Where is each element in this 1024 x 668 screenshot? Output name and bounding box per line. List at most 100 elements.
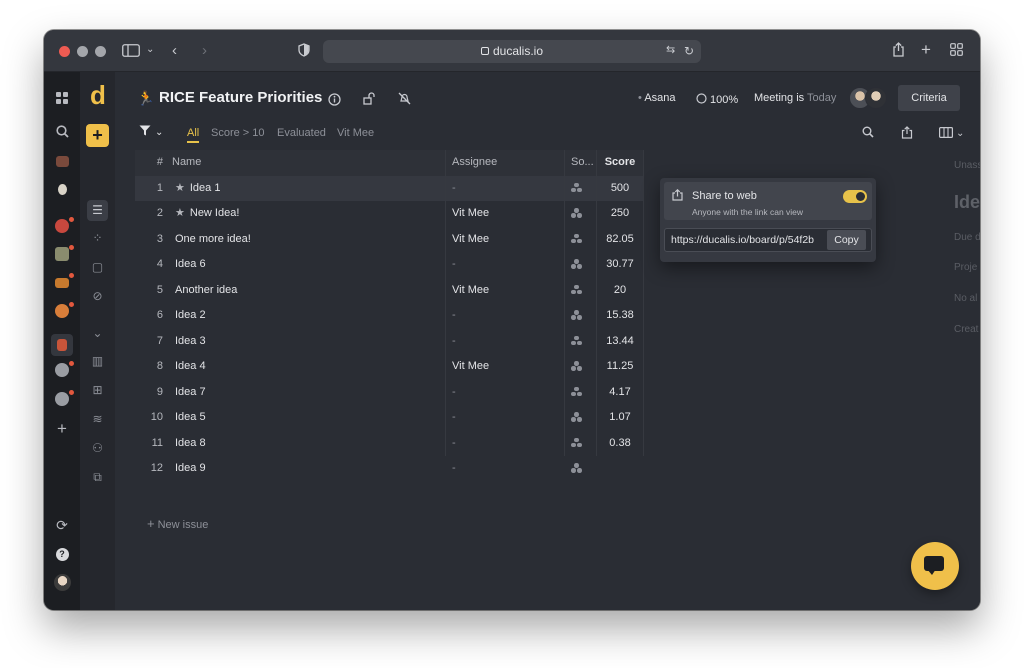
issue-name[interactable]: One more idea!	[175, 227, 251, 253]
board-icon[interactable]: ▢	[80, 258, 115, 276]
assignee-cell[interactable]: -	[452, 456, 456, 482]
issue-name[interactable]: ★ New Idea!	[175, 201, 239, 227]
table-row[interactable]: 9 Idea 7 - 4.17	[135, 380, 643, 406]
close-window-button[interactable]	[59, 46, 70, 57]
assignee-cell[interactable]: Vit Mee	[452, 278, 489, 304]
table-row[interactable]: 12 Idea 9 -	[135, 456, 643, 482]
table-row[interactable]: 10 Idea 5 - 1.07	[135, 405, 643, 431]
add-button[interactable]: +	[86, 124, 109, 147]
translate-icon[interactable]: ⇆	[666, 45, 675, 56]
share-toggle[interactable]	[843, 190, 867, 203]
col-header-num[interactable]: #	[135, 150, 163, 176]
asana-integration[interactable]: • Asana	[638, 92, 676, 104]
assignee-cell[interactable]: -	[452, 380, 456, 406]
pie-emoji-icon[interactable]	[44, 275, 80, 293]
chevron-down-icon[interactable]: ⌄	[146, 45, 154, 55]
source-cell[interactable]	[571, 354, 582, 380]
assignee-cell[interactable]: Vit Mee	[452, 201, 489, 227]
table-row[interactable]: 3 One more idea! Vit Mee 82.05	[135, 227, 643, 253]
source-cell[interactable]	[571, 329, 582, 355]
source-cell[interactable]	[571, 252, 582, 278]
source-cell[interactable]	[571, 456, 582, 482]
assignee-cell[interactable]: -	[452, 303, 456, 329]
calendar-emoji-icon[interactable]	[44, 247, 80, 266]
table-row[interactable]: 11 Idea 8 - 0.38	[135, 431, 643, 457]
col-header-assignee[interactable]: Assignee	[452, 150, 497, 176]
forward-icon[interactable]: ›	[202, 43, 207, 58]
mute-icon[interactable]	[398, 92, 411, 108]
filter-tab-all[interactable]: All	[187, 127, 200, 143]
grid-icon[interactable]	[44, 91, 80, 109]
back-icon[interactable]: ‹	[172, 43, 177, 58]
target-emoji-icon[interactable]	[44, 219, 80, 238]
sync-icon[interactable]: ⟳	[44, 516, 80, 534]
issue-name[interactable]: Idea 7	[175, 380, 206, 406]
assignee-cell[interactable]: -	[452, 329, 456, 355]
search-icon[interactable]	[44, 125, 80, 143]
source-cell[interactable]	[571, 405, 582, 431]
table-row[interactable]: 1 ★ Idea 1 - 500	[135, 175, 643, 202]
minimize-window-button[interactable]	[77, 46, 88, 57]
tab-overview-icon[interactable]	[950, 43, 963, 58]
nodes-icon[interactable]: ⁘	[80, 229, 115, 247]
table-row[interactable]: 6 Idea 2 - 15.38	[135, 303, 643, 329]
new-issue-button[interactable]: + New issue	[147, 516, 208, 531]
filter-icon[interactable]: ⌄	[139, 125, 163, 139]
source-cell[interactable]	[571, 227, 582, 253]
shield-icon[interactable]	[298, 43, 310, 59]
columns-view-icon[interactable]: ⌄	[939, 126, 964, 141]
table-row[interactable]: 8 Idea 4 Vit Mee 11.25	[135, 354, 643, 380]
mute-icon[interactable]: ⊘	[80, 287, 115, 305]
copy-button[interactable]: Copy	[827, 230, 866, 250]
issue-name[interactable]: Idea 9	[175, 456, 206, 482]
chevron-down-icon[interactable]: ⌄	[80, 324, 115, 342]
source-cell[interactable]	[571, 431, 582, 457]
filter-tab-score[interactable]: Score > 10	[211, 127, 265, 139]
table-row[interactable]: 2 ★ New Idea! Vit Mee 250	[135, 201, 643, 227]
source-cell[interactable]	[571, 176, 582, 202]
source-cell[interactable]	[571, 303, 582, 329]
col-header-name[interactable]: Name	[172, 150, 201, 176]
smile-emoji-icon[interactable]	[44, 304, 80, 323]
ball-emoji-icon[interactable]	[44, 392, 80, 411]
issue-name[interactable]: Idea 3	[175, 329, 206, 355]
source-cell[interactable]	[571, 201, 582, 227]
apps-icon[interactable]: ⊞	[80, 381, 115, 399]
plus-icon[interactable]: +	[44, 420, 80, 438]
search-icon[interactable]	[862, 126, 874, 141]
sidebar-toggle-icon[interactable]	[122, 44, 140, 59]
table-row[interactable]: 7 Idea 3 - 13.44	[135, 329, 643, 355]
source-cell[interactable]	[571, 278, 582, 304]
assignee-cell[interactable]: -	[452, 176, 456, 202]
issue-name[interactable]: Idea 2	[175, 303, 206, 329]
issue-name[interactable]: Idea 8	[175, 431, 206, 457]
layers-icon[interactable]: ≋	[80, 410, 115, 428]
table-row[interactable]: 4 Idea 6 - 30.77	[135, 252, 643, 278]
share-icon[interactable]	[892, 42, 905, 59]
runner-emoji-icon[interactable]	[51, 334, 73, 356]
chat-button[interactable]	[911, 542, 959, 590]
project-emoji-icon[interactable]	[44, 154, 80, 172]
ball-emoji-icon[interactable]	[44, 363, 80, 382]
new-tab-icon[interactable]: +	[921, 41, 931, 58]
filter-tab-vit-mee[interactable]: Vit Mee	[337, 127, 374, 139]
issue-name[interactable]: Another idea	[175, 278, 237, 304]
info-icon[interactable]	[328, 93, 341, 109]
share-icon[interactable]	[901, 126, 913, 142]
bulb-icon[interactable]	[44, 182, 80, 200]
avatar[interactable]	[865, 87, 887, 109]
ducalis-logo[interactable]: d	[87, 82, 109, 108]
zoom-window-button[interactable]	[95, 46, 106, 57]
assignee-cell[interactable]: -	[452, 431, 456, 457]
reload-icon[interactable]: ↻	[684, 45, 694, 57]
assignee-cell[interactable]: -	[452, 405, 456, 431]
issue-name[interactable]: Idea 6	[175, 252, 206, 278]
criteria-button[interactable]: Criteria	[898, 85, 960, 111]
copy-icon[interactable]: ⧉	[80, 468, 115, 486]
assignee-cell[interactable]: Vit Mee	[452, 354, 489, 380]
issue-name[interactable]: ★ Idea 1	[175, 176, 220, 202]
col-header-so[interactable]: So...	[571, 150, 594, 176]
meeting-status[interactable]: Meeting is Today	[754, 92, 836, 104]
columns-icon[interactable]: ▥	[80, 352, 115, 370]
filter-tab-evaluated[interactable]: Evaluated	[277, 127, 326, 139]
